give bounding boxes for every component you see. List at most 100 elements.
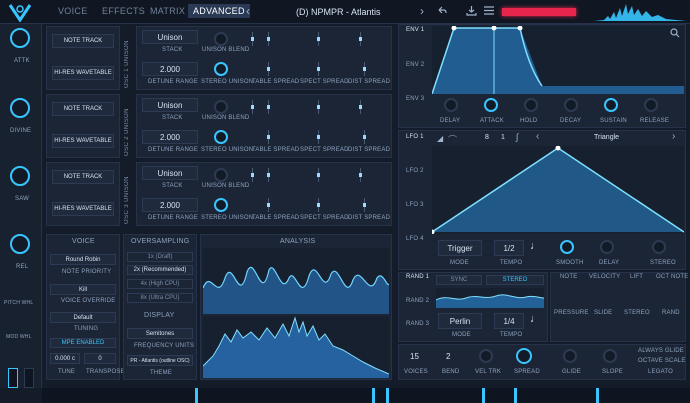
tab-effects[interactable]: EFFECTS (102, 6, 145, 16)
osc2-unison-blend-knob[interactable] (214, 100, 228, 114)
env-decay-knob[interactable] (564, 98, 578, 112)
vel-track-knob[interactable] (479, 349, 493, 363)
osc3-voice-slider-b[interactable] (267, 168, 270, 182)
keyboard-key-active[interactable] (596, 388, 599, 403)
rand-note-icon[interactable]: ♩ (530, 313, 541, 325)
osc1-stereo-unison-knob[interactable] (214, 62, 228, 76)
mod-oct-note[interactable]: OCT NOTE (656, 274, 689, 280)
osc1-dist-spread-slider[interactable] (363, 62, 366, 76)
voices-value[interactable]: 15 (410, 352, 419, 361)
undo-icon[interactable] (437, 6, 447, 16)
env2-tab[interactable]: ENV 2 (406, 62, 424, 68)
keyboard-key-active[interactable] (195, 388, 198, 403)
tab-advanced[interactable]: ADVANCED (188, 4, 250, 18)
mod-note[interactable]: NOTE (560, 274, 577, 280)
env3-tab[interactable]: ENV 3 (406, 96, 424, 102)
lfo2-tab[interactable]: LFO 2 (406, 168, 424, 174)
oversampling-4x[interactable]: 4x (High CPU) (127, 279, 193, 289)
osc3-note-track-button[interactable]: NOTE TRACK (52, 170, 114, 184)
glide-knob[interactable] (563, 349, 577, 363)
mod-velocity[interactable]: VELOCITY (589, 274, 620, 280)
osc1-stack-select[interactable]: Unison (142, 30, 198, 44)
bend-value[interactable]: 2 (446, 352, 450, 361)
mod-rand[interactable]: RAND (662, 310, 680, 316)
lfo-smooth-knob[interactable] (560, 240, 574, 254)
keyboard-key-active[interactable] (482, 388, 485, 403)
preset-prev-button[interactable]: ‹ (246, 4, 250, 18)
rand-stereo-button[interactable]: STEREO (486, 275, 544, 285)
osc2-table-spread-slider[interactable] (267, 130, 270, 144)
osc3-hires-wavetable-button[interactable]: HI-RES WAVETABLE (52, 202, 114, 216)
always-glide-toggle[interactable]: ALWAYS GLIDE (638, 348, 684, 354)
tab-matrix[interactable]: MATRIX (150, 6, 185, 16)
lfo-shape-name[interactable]: Triangle (594, 134, 619, 141)
oversampling-1x[interactable]: 1x (Draft) (127, 252, 193, 262)
lfo-delay-knob[interactable] (600, 240, 614, 254)
lfo-paint-icon[interactable]: ◢ (437, 134, 443, 143)
osc2-stereo-unison-knob[interactable] (214, 130, 228, 144)
env-attack-knob[interactable] (484, 98, 498, 112)
slope-knob[interactable] (603, 349, 617, 363)
osc1-spect-spread-slider[interactable] (317, 62, 320, 76)
tuning-select[interactable]: Default (50, 312, 116, 323)
osc3-stack-select[interactable]: Unison (142, 166, 198, 180)
lfo-tempo-field[interactable]: 1/2 (494, 240, 524, 256)
osc3-voice-slider-a[interactable] (251, 168, 254, 182)
keyboard-key-active[interactable] (372, 388, 375, 403)
rand1-tab[interactable]: RAND 1 (406, 274, 429, 280)
osc3-voice-slider-d[interactable] (359, 168, 362, 182)
lfo-graph[interactable] (432, 146, 684, 234)
envelope-graph[interactable] (432, 26, 684, 94)
lfo1-tab[interactable]: LFO 1 (406, 134, 424, 140)
osc2-voice-slider-c[interactable] (317, 100, 320, 114)
save-icon[interactable] (466, 5, 477, 16)
tune-field[interactable]: 0.000 c (50, 353, 80, 364)
preset-name[interactable]: (D) NPMPR - Atlantis (296, 7, 381, 17)
osc1-note-track-button[interactable]: NOTE TRACK (52, 34, 114, 48)
rand3-tab[interactable]: RAND 3 (406, 321, 429, 327)
rand-mode-select[interactable]: Perlin (438, 313, 482, 329)
osc3-spect-spread-slider[interactable] (317, 198, 320, 212)
osc2-dist-spread-slider[interactable] (363, 130, 366, 144)
osc1-unison-blend-knob[interactable] (214, 32, 228, 46)
voice-override-select[interactable]: Kill (50, 284, 116, 295)
lfo-grid-y[interactable]: 1 (501, 134, 505, 141)
rel-macro-knob[interactable] (10, 234, 30, 254)
mod-wheel[interactable] (24, 368, 34, 388)
osc1-voice-slider-b[interactable] (267, 32, 270, 46)
env1-tab[interactable]: ENV 1 (406, 27, 424, 33)
divine-macro-knob[interactable] (10, 98, 30, 118)
lfo-stereo-knob[interactable] (652, 240, 666, 254)
lfo-grid-x[interactable]: 8 (485, 134, 489, 141)
env-hold-knob[interactable] (524, 98, 538, 112)
env-release-knob[interactable] (644, 98, 658, 112)
lfo-trigger-select[interactable]: Trigger (438, 240, 482, 256)
lfo-shape-next[interactable]: › (672, 131, 675, 142)
pitch-wheel[interactable] (8, 368, 18, 388)
oversampling-8x[interactable]: 8x (Ultra CPU) (127, 293, 193, 303)
mod-slide[interactable]: SLIDE (594, 310, 612, 316)
keyboard-key-active[interactable] (386, 388, 389, 403)
lfo-shape-icon[interactable]: ∫ (516, 132, 518, 142)
lfo-shape-prev[interactable]: ‹ (536, 131, 539, 142)
menu-icon[interactable] (484, 6, 494, 15)
zoom-icon[interactable] (670, 28, 680, 38)
osc2-spect-spread-slider[interactable] (317, 130, 320, 144)
osc2-hires-wavetable-button[interactable]: HI-RES WAVETABLE (52, 134, 114, 148)
spread-knob[interactable] (516, 348, 532, 364)
mod-pressure[interactable]: PRESSURE (554, 310, 589, 316)
lfo3-tab[interactable]: LFO 3 (406, 202, 424, 208)
mpe-enabled-button[interactable]: MPE ENABLED (50, 338, 116, 348)
osc1-voice-slider-a[interactable] (251, 32, 254, 46)
mod-stereo[interactable]: STEREO (624, 310, 650, 316)
lfo-smooth-icon[interactable]: ⌒ (448, 133, 457, 146)
keyboard[interactable] (42, 388, 690, 403)
rand-tempo-field[interactable]: 1/4 (494, 313, 524, 329)
env-sustain-knob[interactable] (604, 98, 618, 112)
vital-logo-icon[interactable] (8, 2, 32, 22)
osc2-voice-slider-d[interactable] (359, 100, 362, 114)
theme-select[interactable]: PR - Atlantis (outline OSC) (127, 355, 193, 366)
osc2-stack-select[interactable]: Unison (142, 98, 198, 112)
mod-lift[interactable]: LIFT (630, 274, 643, 280)
osc1-voice-slider-d[interactable] (359, 32, 362, 46)
